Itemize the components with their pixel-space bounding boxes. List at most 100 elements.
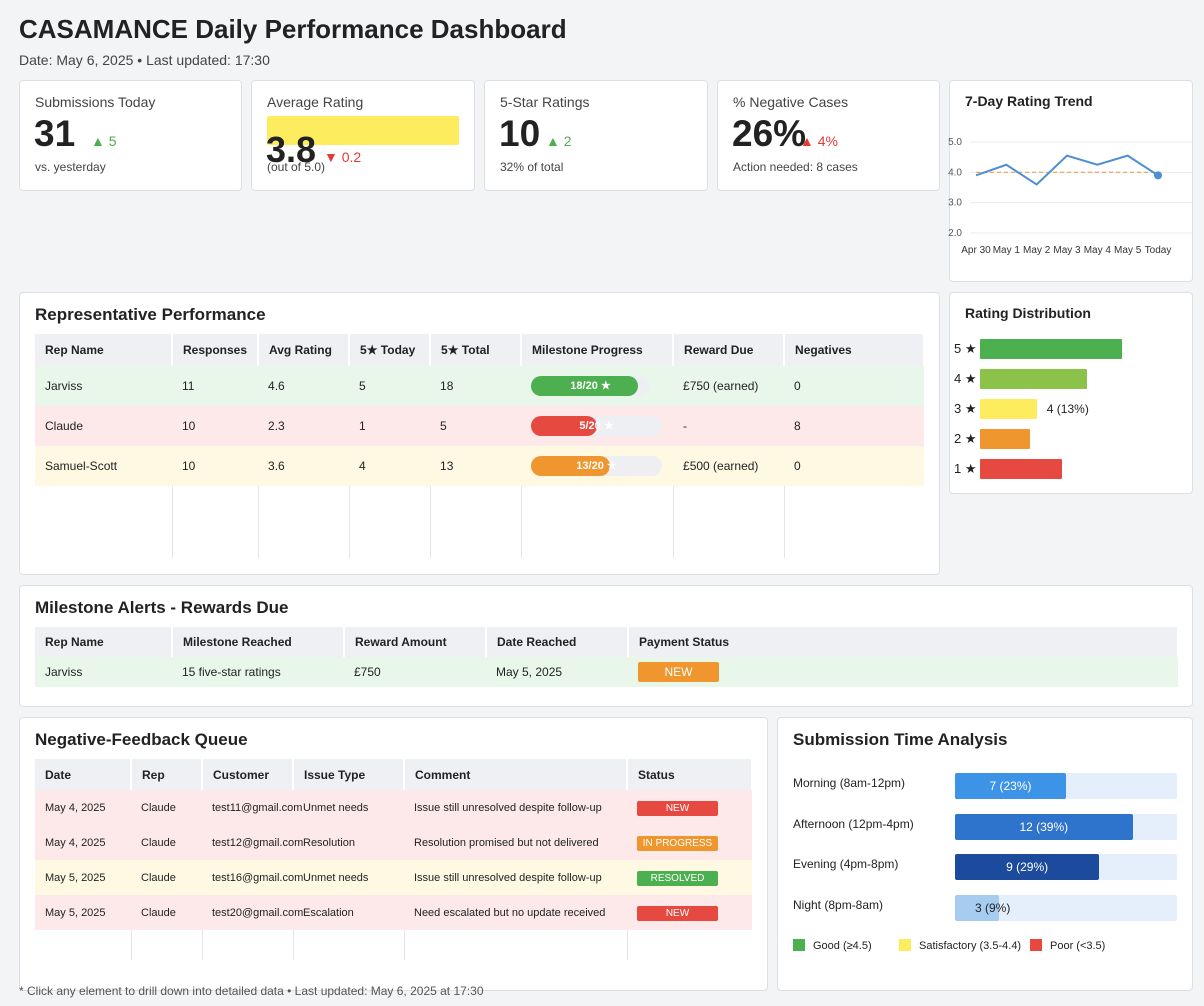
issue-type: Escalation [293, 895, 404, 930]
distribution-row[interactable]: 5 ★ [954, 339, 1174, 359]
status-badge[interactable]: RESOLVED [637, 870, 718, 886]
comment: Need escalated but no update received [404, 895, 627, 930]
table-row[interactable]: May 5, 2025 Claude test20@gmail.com Escalat… [35, 895, 752, 930]
rep-performance-card: Representative Performance Rep Name Resp… [19, 292, 940, 575]
time-row[interactable]: Afternoon (12pm-4pm) 12 (39%) [793, 813, 1178, 840]
negatives: 0 [784, 446, 924, 486]
time-row[interactable]: Night (8pm-8am) 3 (9%) [793, 894, 1178, 921]
milestone-progress-bar: 13/20 ★ [531, 456, 663, 476]
rep-name: Samuel-Scott [35, 446, 172, 486]
kpi-label: % Negative Cases [733, 94, 849, 110]
column-header[interactable]: 5★ Today [349, 334, 432, 366]
column-header[interactable]: Reward Amount [344, 627, 487, 657]
empty-cell [131, 930, 203, 960]
column-header[interactable]: Rep Name [35, 627, 173, 657]
rep: Claude [131, 895, 202, 930]
kpi-card-five-star[interactable]: 5-Star Ratings 10 ▲ 2 32% of total [484, 80, 708, 191]
time-label: Evening (4pm-8pm) [793, 857, 899, 871]
status-badge[interactable]: NEW [637, 800, 718, 816]
x-tick-label: May 2 [1023, 245, 1051, 256]
kpi-card-submissions[interactable]: Submissions Today 31 ▲ 5 vs. yesterday [19, 80, 242, 191]
rep: Claude [131, 825, 202, 860]
negative-feedback-title: Negative-Feedback Queue [35, 730, 248, 749]
avg-rating: 3.6 [258, 446, 350, 486]
table-row[interactable]: Claude 10 2.3 1 5 5/20 ★ -8 [35, 406, 924, 446]
column-header[interactable]: Milestone Reached [172, 627, 345, 657]
kpi-card-negative-cases[interactable]: % Negative Cases 26% ▲ 4% Action needed:… [717, 80, 940, 191]
column-header[interactable]: Rep [131, 759, 203, 790]
date: May 5, 2025 [35, 860, 131, 895]
time-bar-track: 3 (9%) [955, 894, 1177, 921]
y-tick-label: 2.0 [948, 228, 962, 239]
table-row-empty [35, 930, 752, 960]
column-header[interactable]: Customer [202, 759, 294, 790]
kpi-value: 26% [732, 113, 807, 154]
distribution-row[interactable]: 4 ★ [954, 369, 1174, 389]
distribution-row[interactable]: 2 ★ [954, 429, 1174, 449]
negatives: 0 [784, 366, 924, 406]
kpi-card-average-rating[interactable]: Average Rating 3.8 ▼ 0.2 (out of 5.0) [251, 80, 475, 191]
date: May 4, 2025 [35, 825, 131, 860]
x-tick-label: Apr 30 [961, 245, 991, 256]
distribution-label: 1 ★ [954, 461, 977, 476]
milestone-label: 18/20 ★ [570, 380, 611, 392]
table-row[interactable]: Samuel-Scott 10 3.6 4 13 13/20 ★ £500 (earned)… [35, 446, 924, 486]
table-row-empty [35, 486, 924, 558]
status-cell: NEW [627, 790, 752, 825]
rep: Claude [131, 860, 202, 895]
legend-label: Good (≥4.5) [813, 940, 872, 952]
date: May 4, 2025 [35, 790, 131, 825]
status-badge[interactable]: IN PROGRESS [637, 835, 718, 851]
distribution-row[interactable]: 3 ★ 4 (13%) [954, 399, 1174, 419]
table-row[interactable]: May 4, 2025 Claude test11@gmail.com Unmet n… [35, 790, 752, 825]
status-badge[interactable]: NEW [638, 662, 719, 682]
column-header[interactable]: Reward Due [673, 334, 786, 366]
trend-chart-card[interactable]: 7-Day Rating Trend 5.0 4.0 3.0 2.0 Apr 30 May… [948, 80, 1193, 282]
rating-distribution-card[interactable]: Rating Distribution 5 ★ 4 ★ 3 ★ 4 (13%) 2 ★ 1… [949, 292, 1193, 494]
kpi-subtext: (out of 5.0) [267, 160, 326, 174]
column-header[interactable]: 5★ Total [430, 334, 523, 366]
five-star-today: 5 [349, 366, 431, 406]
table-row[interactable]: Jarviss 11 4.6 5 18 18/20 ★ £750 (earned) 0 [35, 366, 924, 406]
time-value: 7 (23%) [989, 779, 1032, 793]
rating-distribution-title: Rating Distribution [965, 305, 1091, 321]
distribution-bar [980, 369, 1087, 389]
column-header[interactable]: Date [35, 759, 132, 790]
time-label: Afternoon (12pm-4pm) [793, 816, 914, 831]
time-row[interactable]: Evening (4pm-8pm) 9 (29%) [793, 854, 1178, 880]
table-row[interactable]: May 5, 2025 Claude test16@gmail.com Unmet n… [35, 860, 752, 895]
column-header[interactable]: Negatives [784, 334, 925, 366]
column-header[interactable]: Payment Status [628, 627, 1179, 657]
empty-cell [172, 486, 259, 558]
legend-item: Poor (<3.5) [1030, 939, 1105, 952]
column-header[interactable]: Issue Type [293, 759, 405, 790]
issue-type: Unmet needs [293, 790, 404, 825]
column-header[interactable]: Responses [172, 334, 260, 366]
kpi-delta: ▼ 0.2 [324, 149, 362, 165]
column-header[interactable]: Date Reached [486, 627, 629, 657]
distribution-row[interactable]: 1 ★ [954, 459, 1174, 479]
table-row[interactable]: Jarviss 15 five-star ratings £750 May 5,… [35, 657, 1178, 687]
column-header[interactable]: Milestone Progress [521, 334, 675, 366]
footer-note: * Click any element to drill down into d… [19, 984, 484, 998]
column-header[interactable]: Avg Rating [258, 334, 351, 366]
column-header[interactable]: Rep Name [35, 334, 173, 366]
payment-status-cell: NEW [628, 657, 1178, 687]
five-star-today: 1 [349, 406, 431, 446]
kpi-subtext: vs. yesterday [35, 160, 106, 174]
legend-item: Good (≥4.5) [793, 939, 872, 952]
page-subtitle: Date: May 6, 2025 • Last updated: 17:30 [19, 52, 270, 68]
column-header[interactable]: Status [627, 759, 753, 790]
milestone-reached: 15 five-star ratings [172, 657, 344, 687]
distribution-label: 3 ★ [954, 401, 977, 416]
table-row[interactable]: May 4, 2025 Claude test12@gmail.com Resolut… [35, 825, 752, 860]
distribution-bar [980, 459, 1063, 479]
milestone-alerts-card: Milestone Alerts - Rewards Due Rep Name … [19, 585, 1193, 707]
time-row[interactable]: Morning (8am-12pm) 7 (23%) [793, 773, 1178, 799]
column-header[interactable]: Comment [404, 759, 628, 790]
status-badge[interactable]: NEW [637, 905, 718, 921]
time-value: 12 (39%) [1019, 819, 1069, 834]
responses: 10 [172, 406, 259, 446]
x-tick-label: May 1 [993, 245, 1021, 256]
avg-rating: 2.3 [258, 406, 350, 446]
